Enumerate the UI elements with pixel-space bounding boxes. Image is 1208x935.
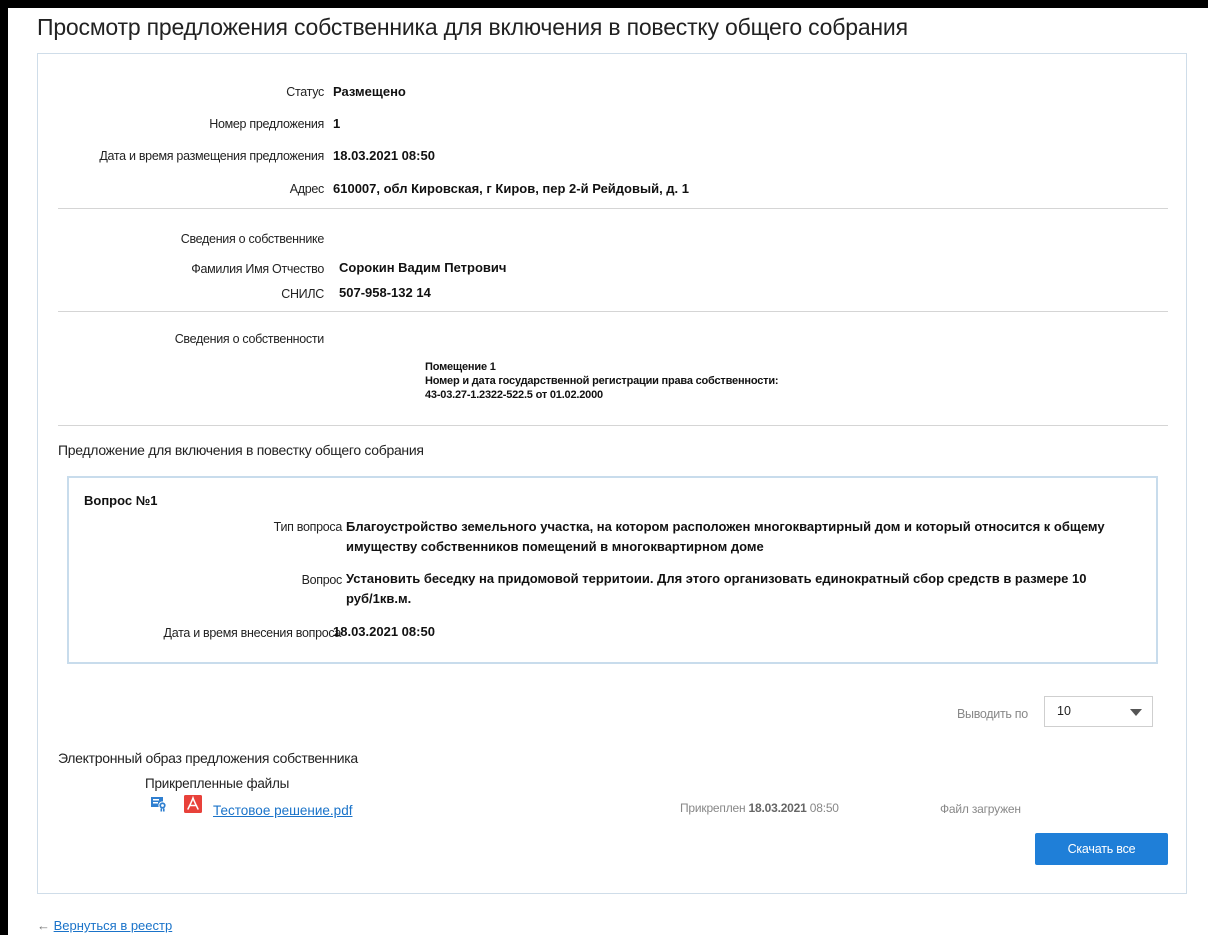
window-frame-top — [0, 0, 1208, 8]
attached-files-label: Прикрепленные файлы — [145, 776, 290, 791]
proposal-number-label: Номер предложения — [209, 117, 324, 131]
divider — [58, 311, 1168, 312]
property-section-label: Сведения о собственности — [174, 332, 325, 346]
back-to-registry[interactable]: ← Вернуться в реестр — [37, 918, 172, 933]
question-type-label: Тип вопроса — [273, 520, 343, 534]
posted-datetime-value: 18.03.2021 08:50 — [333, 148, 435, 163]
page-size-select[interactable]: 10 — [1044, 696, 1153, 727]
address-label: Адрес — [289, 182, 325, 196]
attached-info: Прикреплен 18.03.2021 08:50 — [680, 801, 839, 815]
proposal-card — [37, 53, 1187, 894]
page-size-value: 10 — [1057, 704, 1071, 718]
owner-snils-label: СНИЛС — [281, 287, 324, 301]
attached-time: 08:50 — [809, 801, 839, 815]
question-datetime-value: 18.03.2021 08:50 — [333, 624, 435, 639]
chevron-down-icon — [1130, 709, 1142, 716]
owner-section-label: Сведения о собственнике — [180, 232, 325, 246]
question-title: Вопрос №1 — [84, 493, 158, 508]
page-size-label: Выводить по — [957, 707, 1028, 721]
back-to-registry-link[interactable]: Вернуться в реестр — [54, 918, 173, 933]
attachments-section-title: Электронный образ предложения собственни… — [58, 750, 358, 766]
property-registration-label: Номер и дата государственной регистрации… — [425, 375, 779, 387]
proposal-number-value: 1 — [333, 116, 341, 131]
posted-datetime-label: Дата и время размещения предложения — [99, 149, 324, 163]
owner-snils-value: 507-958-132 14 — [339, 285, 431, 300]
property-room: Помещение 1 — [425, 361, 496, 373]
attached-file-link[interactable]: Тестовое решение.pdf — [213, 803, 352, 818]
arrow-left-icon: ← — [37, 918, 50, 933]
property-registration-value: 43-03.27-1.2322-522.5 от 01.02.2000 — [425, 389, 603, 401]
file-status: Файл загружен — [940, 802, 1021, 816]
question-type-value: Благоустройство земельного участка, на к… — [346, 519, 1105, 554]
status-value: Размещено — [333, 84, 406, 99]
question-datetime-label: Дата и время внесения вопроса — [163, 626, 342, 640]
owner-fio-value: Сорокин Вадим Петрович — [339, 260, 507, 275]
page-title: Просмотр предложения собственника для вк… — [37, 14, 908, 40]
attached-prefix: Прикреплен — [680, 801, 746, 815]
address-value: 610007, обл Кировская, г Киров, пер 2-й … — [333, 181, 689, 196]
proposal-section-title: Предложение для включения в повестку общ… — [58, 442, 424, 458]
window-frame-left — [0, 0, 8, 935]
divider — [58, 208, 1168, 209]
status-label: Статус — [286, 85, 324, 99]
pdf-file-icon — [184, 795, 202, 813]
owner-fio-label: Фамилия Имя Отчество — [191, 262, 324, 276]
question-text-label: Вопрос — [301, 573, 343, 587]
attached-date: 18.03.2021 — [748, 801, 807, 815]
download-all-button[interactable]: Скачать все — [1035, 833, 1168, 865]
signature-verify-icon[interactable] — [151, 796, 167, 812]
question-text-value: Установить беседку на придомовой террито… — [346, 571, 1087, 606]
divider — [58, 425, 1168, 426]
